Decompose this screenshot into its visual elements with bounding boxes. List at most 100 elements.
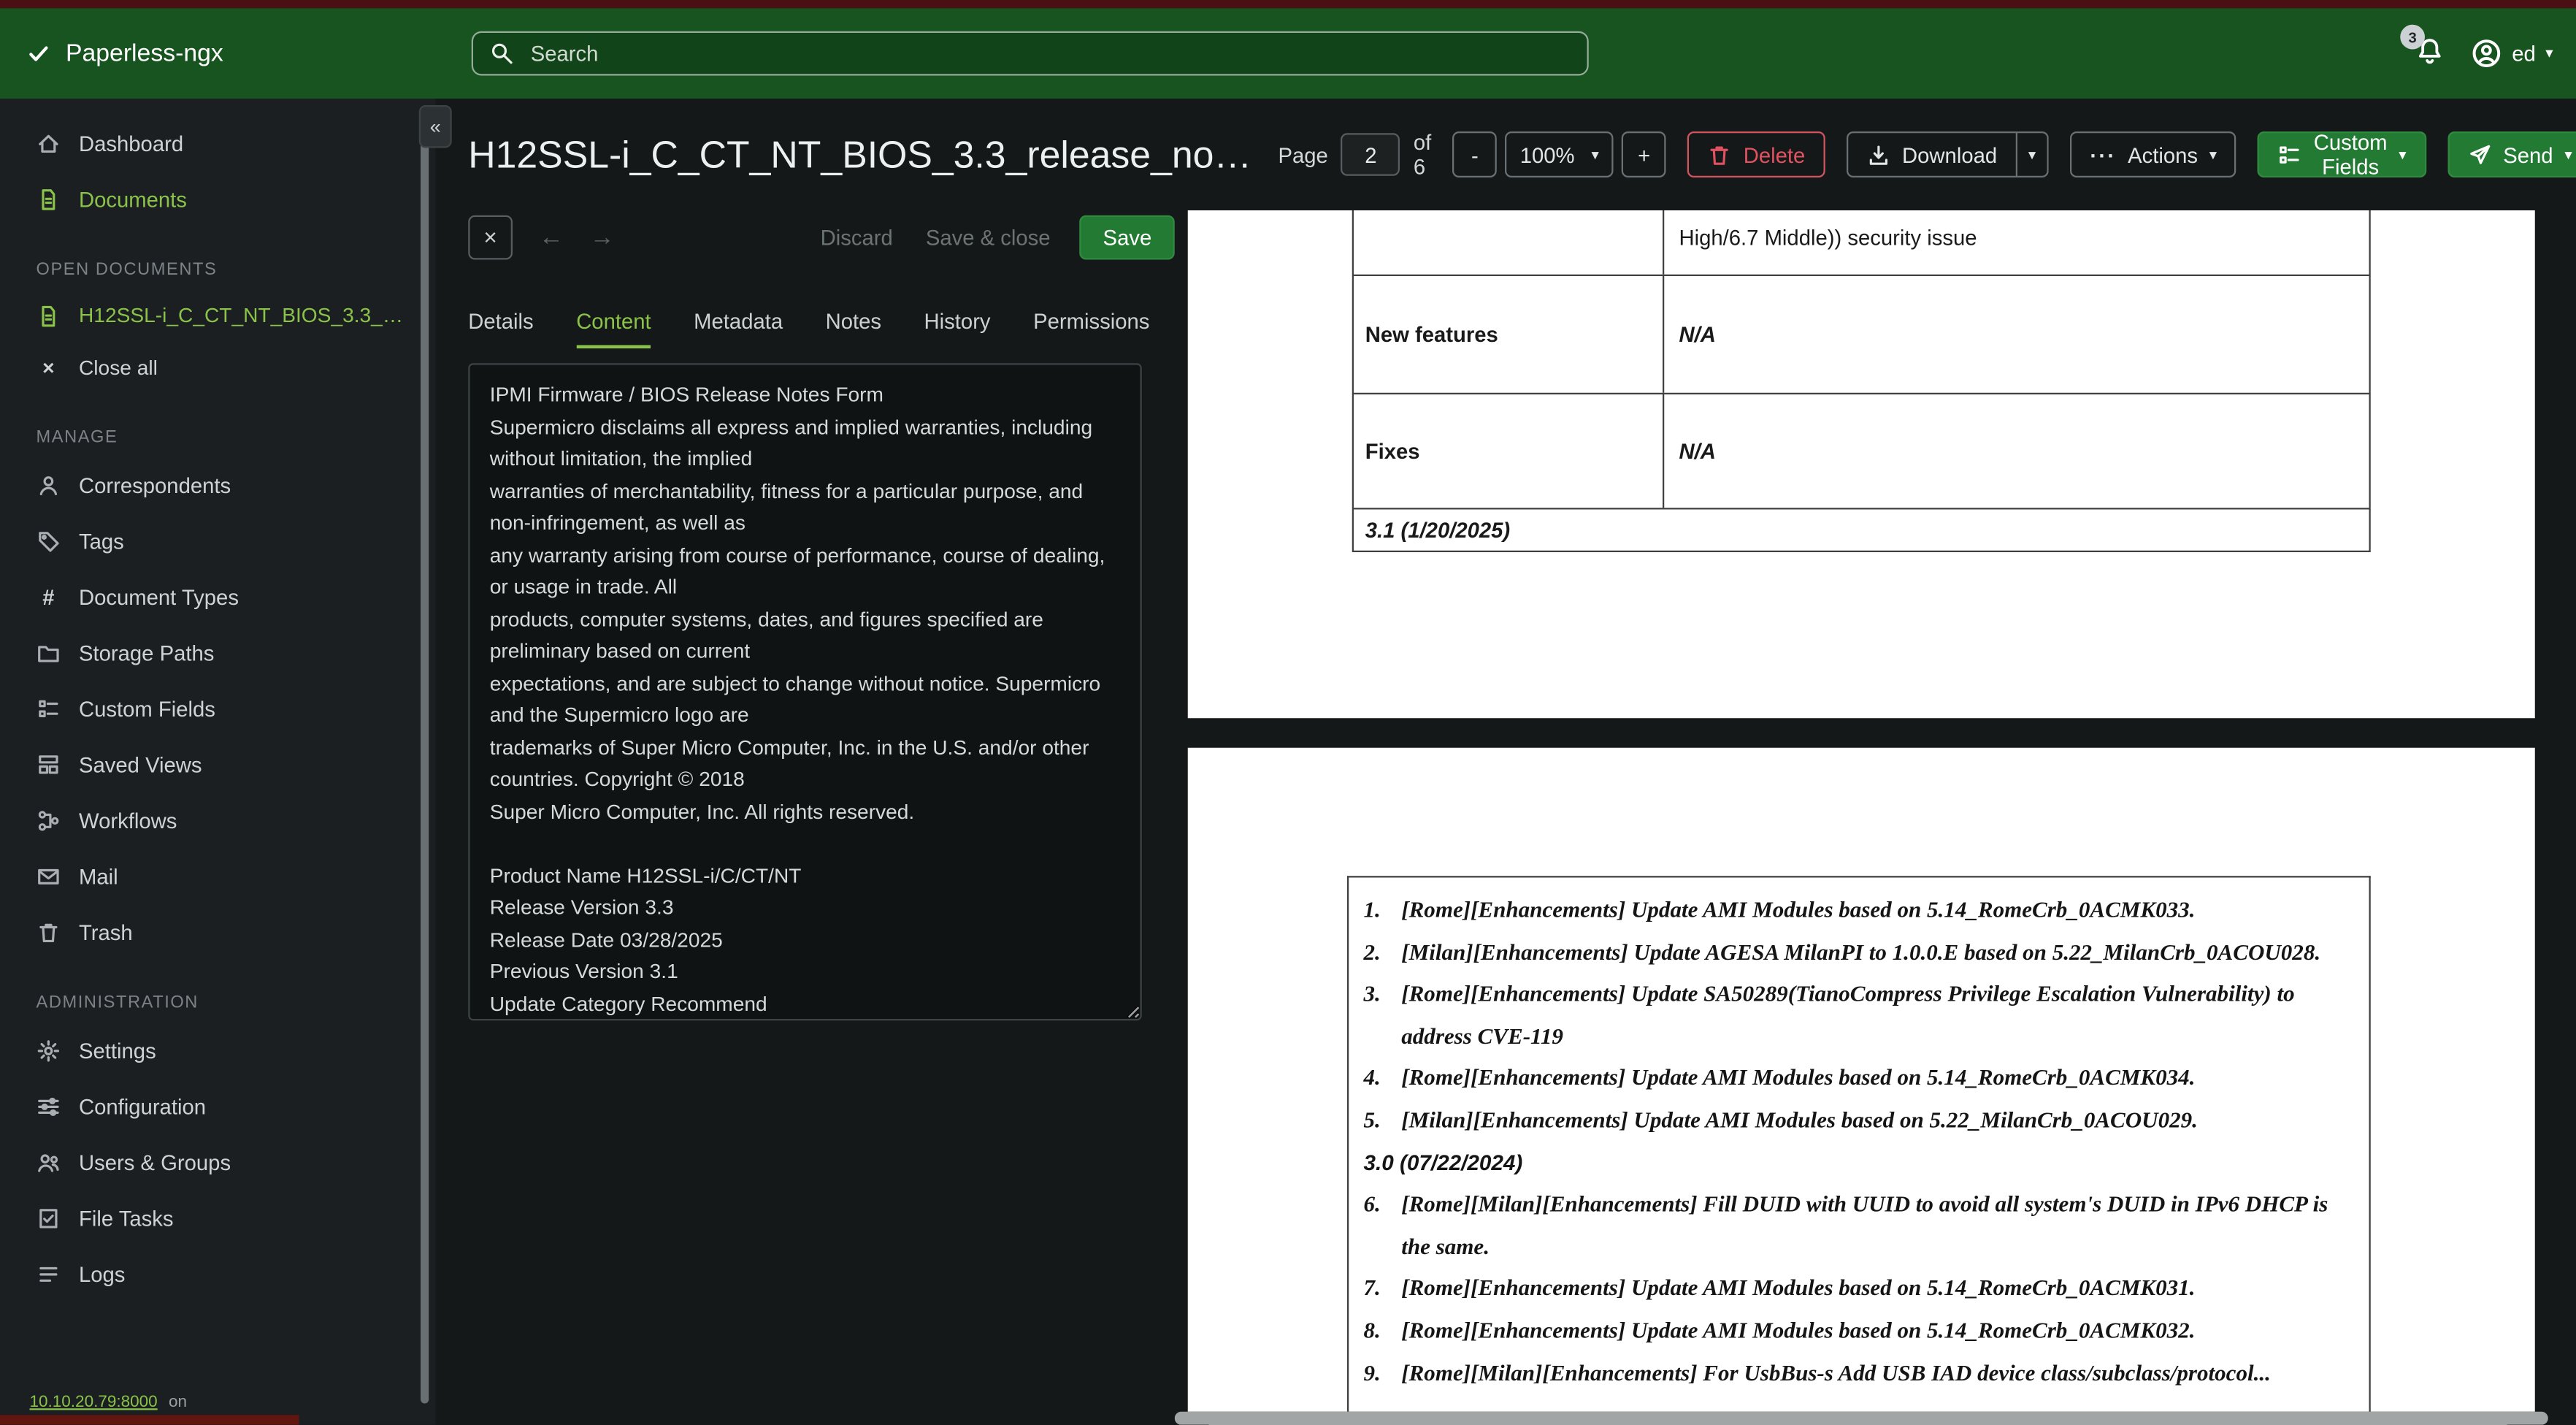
sidebar-item-tags[interactable]: Tags xyxy=(0,513,435,569)
sidebar-item-saved-views[interactable]: Saved Views xyxy=(0,736,435,792)
search-input[interactable] xyxy=(527,39,1571,67)
sidebar-item-label: Custom Fields xyxy=(79,696,215,721)
sidebar-item-label: Dashboard xyxy=(79,131,183,156)
pdf-preview-pane: High/6.7 Middle)) security issue New fea… xyxy=(1175,210,2576,1425)
trash-icon xyxy=(37,920,61,944)
tab-notes[interactable]: Notes xyxy=(826,309,881,348)
download-button[interactable]: Download xyxy=(1847,131,2017,177)
sidebar-item-users-groups[interactable]: Users & Groups xyxy=(0,1134,435,1191)
sidebar-scrollbar[interactable] xyxy=(421,112,429,1404)
person-icon xyxy=(37,473,61,497)
preview-horizontal-scrollbar[interactable] xyxy=(1175,1412,2548,1425)
release-notes-list: 1.[Rome][Enhancements] Update AMI Module… xyxy=(1347,876,2371,1412)
sidebar-item-trash[interactable]: Trash xyxy=(0,904,435,960)
table-row: High/6.7 Middle)) security issue xyxy=(1354,210,2369,276)
send-icon xyxy=(2467,142,2492,167)
open-documents-heading: OPEN DOCUMENTS xyxy=(37,260,436,280)
trash-icon xyxy=(1707,142,1732,167)
mail-icon xyxy=(37,863,61,888)
document-icon xyxy=(37,303,61,328)
tab-content[interactable]: Content xyxy=(576,309,651,348)
sidebar-item-workflows[interactable]: Workflows xyxy=(0,792,435,849)
hash-icon: # xyxy=(37,584,61,609)
sidebar-item-label: Users & Groups xyxy=(79,1150,231,1174)
tab-metadata[interactable]: Metadata xyxy=(694,309,783,348)
sidebar-item-mail[interactable]: Mail xyxy=(0,848,435,904)
table-cell xyxy=(1354,210,1664,275)
pdf-page-2: 1.[Rome][Enhancements] Update AMI Module… xyxy=(1188,748,2535,1412)
sidebar-item-document-types[interactable]: # Document Types xyxy=(0,569,435,625)
zoom-out-button[interactable]: - xyxy=(1452,131,1497,177)
sidebar-item-label: Tags xyxy=(79,528,124,553)
content-editor: IPMI Firmware / BIOS Release Notes Form … xyxy=(468,363,1175,1025)
sidebar-item-documents[interactable]: Documents xyxy=(0,171,435,227)
user-menu-button[interactable]: ed ▾ xyxy=(2471,38,2553,69)
page-navigation: Page of 6 xyxy=(1279,130,1432,180)
next-document-icon[interactable]: → xyxy=(590,223,615,251)
sidebar-item-logs[interactable]: Logs xyxy=(0,1246,435,1302)
top-edge-strip xyxy=(0,0,2576,8)
save-button[interactable]: Save xyxy=(1080,215,1175,259)
notifications-button[interactable]: 3 xyxy=(2415,37,2445,71)
delete-button[interactable]: Delete xyxy=(1687,131,1825,177)
sidebar-item-correspondents[interactable]: Correspondents xyxy=(0,457,435,513)
chevron-down-icon: ▾ xyxy=(1592,147,1599,161)
sidebar-item-label: Documents xyxy=(79,186,187,211)
open-document-item[interactable]: H12SSL-i_C_CT_NT_BIOS_3.3_rel... xyxy=(0,289,435,342)
sidebar-item-label: Document Types xyxy=(79,584,239,609)
previous-document-icon[interactable]: ← xyxy=(539,223,564,251)
content-textarea[interactable]: IPMI Firmware / BIOS Release Notes Form … xyxy=(468,363,1142,1020)
chevrons-left-icon: « xyxy=(430,115,441,139)
zoom-level-select[interactable]: 100% ▾ xyxy=(1505,131,1614,177)
open-document-label: H12SSL-i_C_CT_NT_BIOS_3.3_rel... xyxy=(79,304,407,327)
page-label: Page xyxy=(1279,142,1328,167)
pdf-page-1: High/6.7 Middle)) security issue New fea… xyxy=(1188,210,2535,718)
tab-permissions[interactable]: Permissions xyxy=(1033,309,1149,348)
list-item: 2.[Milan][Enhancements] Update AGESA Mil… xyxy=(1364,931,2343,974)
table-row: 3.1 (1/20/2025) xyxy=(1354,510,2369,553)
tab-history[interactable]: History xyxy=(924,309,991,348)
zoom-in-button[interactable]: + xyxy=(1622,131,1666,177)
sidebar-item-configuration[interactable]: Configuration xyxy=(0,1078,435,1134)
custom-fields-button[interactable]: Custom Fields ▾ xyxy=(2258,131,2426,177)
sidebar-item-settings[interactable]: Settings xyxy=(0,1023,435,1079)
sidebar-collapse-button[interactable]: « xyxy=(419,105,452,148)
list-item: 1.[Rome][Enhancements] Update AMI Module… xyxy=(1364,889,2343,931)
close-icon: × xyxy=(37,356,61,380)
users-icon xyxy=(37,1150,61,1174)
save-and-close-button[interactable]: Save & close xyxy=(909,224,1067,249)
host-link[interactable]: 10.10.20.79:8000 xyxy=(30,1394,158,1412)
version-heading: 3.0 (07/22/2024) xyxy=(1364,1142,2343,1184)
actions-label: Actions xyxy=(2128,142,2198,167)
app-body: Dashboard Documents OPEN DOCUMENTS H12SS… xyxy=(0,99,2576,1425)
sidebar-item-custom-fields[interactable]: Custom Fields xyxy=(0,681,435,737)
topbar-right: 3 ed ▾ xyxy=(2415,37,2576,71)
home-icon xyxy=(37,131,61,156)
actions-button[interactable]: ··· Actions ▾ xyxy=(2070,131,2236,177)
page-number-input[interactable] xyxy=(1341,133,1400,176)
sidebar-item-label: Workflows xyxy=(79,808,177,833)
tab-details[interactable]: Details xyxy=(468,309,533,348)
discard-button[interactable]: Discard xyxy=(804,224,909,249)
sidebar-item-dashboard[interactable]: Dashboard xyxy=(0,115,435,172)
page-gap xyxy=(1175,718,2576,748)
brand-home-link[interactable]: Paperless-ngx xyxy=(0,39,435,67)
sidebar-item-file-tasks[interactable]: File Tasks xyxy=(0,1190,435,1246)
search-icon xyxy=(490,41,515,66)
download-label: Download xyxy=(1902,142,1997,167)
table-cell: Fixes xyxy=(1354,394,1664,508)
table-cell: N/A xyxy=(1664,394,2369,508)
sidebar-footer: 10.10.20.79:8000 on xyxy=(30,1394,187,1412)
app-screen: Paperless-ngx 3 ed ▾ Dashboard xyxy=(0,0,2576,1425)
list-item: 9.[Rome][Milan][Enhancements] For UsbBus… xyxy=(1364,1352,2343,1394)
close-document-button[interactable]: × xyxy=(468,215,513,259)
list-item: 8.[Rome][Enhancements] Update AMI Module… xyxy=(1364,1310,2343,1352)
document-nav-arrows: ← → xyxy=(539,223,615,251)
close-all-button[interactable]: × Close all xyxy=(0,342,435,394)
send-button[interactable]: Send ▾ xyxy=(2447,131,2576,177)
download-dropdown-button[interactable]: ▾ xyxy=(2017,131,2049,177)
edit-tabs: Details Content Metadata Notes History P… xyxy=(468,309,1175,348)
sidebar-item-storage-paths[interactable]: Storage Paths xyxy=(0,624,435,681)
sidebar-item-label: Storage Paths xyxy=(79,640,214,665)
chevron-down-icon: ▾ xyxy=(2399,147,2406,161)
